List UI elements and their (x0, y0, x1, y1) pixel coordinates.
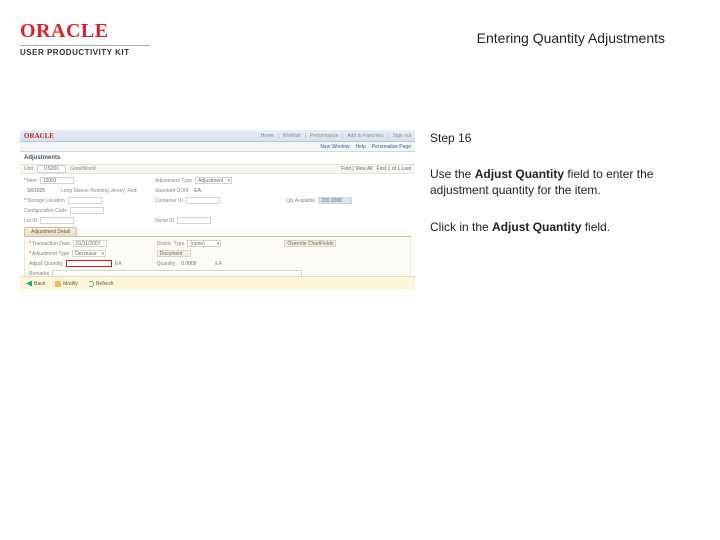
instr2-post: field. (581, 220, 610, 234)
logo-divider (20, 45, 150, 46)
unit-value: US001 (37, 165, 66, 173)
container-field[interactable] (186, 197, 220, 204)
tab-adjustment-detail[interactable]: Adjustment Detail (24, 227, 77, 236)
product-name: USER PRODUCTIVITY KIT (20, 48, 150, 57)
adjust-qty-uom: EA (115, 261, 122, 267)
unit-label: Unit (24, 166, 33, 172)
qty-avail-value: 200.0000 (318, 197, 352, 204)
adj-type2-label: Adjustment Type (29, 251, 69, 257)
instr2-field: Adjust Quantity (492, 220, 581, 234)
qty2-label: Quantity (157, 261, 176, 267)
instr2-pre: Click in the (430, 220, 492, 234)
nav-performance[interactable]: Performance (305, 133, 339, 139)
storage-label: Storage Location (24, 198, 65, 204)
app-footer: Back Modify Refresh (20, 276, 415, 290)
config-label: Configuration Code (24, 208, 67, 214)
adj-type-field[interactable]: Adjustment (195, 177, 232, 184)
container-label: Container ID (155, 198, 183, 204)
category-value: SR1025 (24, 187, 58, 194)
refresh-icon (88, 281, 94, 287)
link-personalize[interactable]: Personalize Page (372, 144, 411, 150)
nav-favorites[interactable]: Add to Favorites (342, 133, 383, 139)
find-link[interactable]: Find | View All (341, 166, 372, 172)
dist-type-field[interactable]: (none) (187, 240, 221, 247)
refresh-button[interactable]: Refresh (88, 281, 114, 287)
lot-field[interactable] (40, 217, 74, 224)
adjust-qty-label: Adjust Quantity (29, 261, 63, 267)
storage-field[interactable] (68, 197, 102, 204)
app-header-row: Adjustments (20, 152, 415, 164)
modify-button[interactable]: Modify (55, 281, 78, 287)
pager[interactable]: First 1 of 1 Last (377, 166, 411, 172)
instruction-paragraph-2: Click in the Adjust Quantity field. (430, 219, 665, 235)
item-label: Item (24, 178, 37, 184)
page-title: Entering Quantity Adjustments (477, 30, 665, 46)
trans-date-field[interactable]: 01/11/2007 (73, 240, 107, 247)
instr1-pre: Use the (430, 167, 475, 181)
trans-date-label: Transaction Date (29, 241, 70, 247)
lot-label: Lot ID (24, 218, 37, 224)
adj-type-label: Adjustment Type (155, 178, 192, 184)
back-icon (26, 281, 32, 287)
nav-worklist[interactable]: Worklist (278, 133, 301, 139)
nav-signout[interactable]: Sign out (388, 133, 411, 139)
app-page-title: Adjustments (24, 155, 60, 161)
document-button[interactable]: Document (157, 250, 191, 257)
qty2-uom: EA (215, 261, 222, 267)
oracle-logo-text: ORACLE (20, 20, 150, 43)
ship-label: GreatWorld (70, 166, 95, 172)
link-help[interactable]: Help (356, 144, 366, 150)
link-new-window[interactable]: New Window (320, 144, 349, 150)
tab-body: Transaction Date 01/11/2007 Distrib. Typ… (24, 237, 411, 281)
tabbar: Adjustment Detail (24, 227, 411, 237)
app-screenshot: ORACLE Home Worklist Performance Add to … (20, 130, 415, 290)
qty-avail-label: Qty Available (286, 198, 315, 204)
item-form: Item 10001 Adjustment Type Adjustment SR… (20, 174, 415, 283)
serial-label: Serial ID (155, 218, 174, 224)
item-field[interactable]: 10001 (40, 177, 74, 184)
nav-home[interactable]: Home (257, 133, 274, 139)
instruction-paragraph-1: Use the Adjust Quantity field to enter t… (430, 166, 665, 198)
dist-type-label: Distrib. Type (157, 241, 185, 247)
back-label: Back (34, 281, 45, 287)
config-field[interactable] (70, 207, 104, 214)
brand-block: ORACLE USER PRODUCTIVITY KIT (20, 20, 150, 57)
step-label: Step 16 (430, 130, 665, 146)
refresh-label: Refresh (96, 281, 114, 287)
back-button[interactable]: Back (26, 281, 45, 287)
uom-value: EA (191, 187, 225, 194)
unit-row: Unit US001 GreatWorld Find | View All Fi… (20, 164, 415, 174)
app-topbar: ORACLE Home Worklist Performance Add to … (20, 130, 415, 142)
override-chart-button[interactable]: Override ChartFields (284, 240, 336, 247)
modify-label: Modify (63, 281, 78, 287)
item-desc: Long Sleeve Running Jersey, Red (61, 188, 137, 194)
app-brand: ORACLE (24, 132, 54, 140)
serial-field[interactable] (177, 217, 211, 224)
adj-type2-field[interactable]: Decrease (72, 250, 106, 257)
app-subbar: New Window Help Personalize Page (20, 142, 415, 152)
qty2-value: 0.0000 (178, 260, 212, 267)
instruction-column: Step 16 Use the Adjust Quantity field to… (430, 130, 665, 255)
app-topnav: Home Worklist Performance Add to Favorit… (257, 133, 411, 139)
adjust-qty-field[interactable] (66, 260, 112, 267)
instr1-field: Adjust Quantity (475, 167, 564, 181)
modify-icon (55, 281, 61, 287)
uom-label: Standard UOM (155, 188, 188, 194)
